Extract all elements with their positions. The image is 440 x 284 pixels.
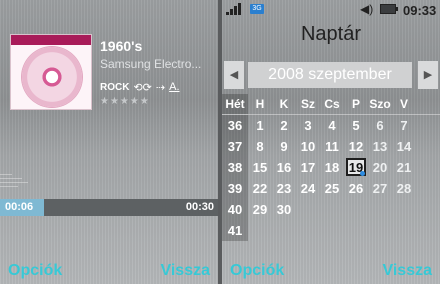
track-info-row: ROCK ⟲⟳ ⇢ A.: [100, 80, 180, 94]
selected-day-cell[interactable]: 19: [344, 157, 368, 178]
artist-name: Samsung Electro...: [100, 57, 202, 71]
day-cell[interactable]: 13: [368, 136, 392, 157]
day-cell[interactable]: 7: [392, 115, 416, 136]
weekday-header: H: [255, 97, 265, 111]
day-cell[interactable]: 21: [392, 157, 416, 178]
month-label[interactable]: 2008 szeptember: [248, 62, 412, 88]
album-art-band: [11, 35, 91, 45]
repeat-icon: ⟲⟳: [133, 81, 152, 94]
day-cell: [392, 199, 416, 220]
day-cell[interactable]: 20: [368, 157, 392, 178]
week-row: 39 22 23 24 25 26 27 28: [222, 178, 440, 199]
day-cell[interactable]: 14: [392, 136, 416, 157]
day-cell[interactable]: 29: [248, 199, 272, 220]
weekday-header: K: [279, 97, 289, 111]
day-cell: [344, 220, 368, 241]
day-cell[interactable]: 23: [272, 178, 296, 199]
week-number: 38: [222, 157, 248, 178]
day-cell: [296, 220, 320, 241]
page-title: Naptár: [300, 23, 362, 45]
day-cell[interactable]: 10: [296, 136, 320, 157]
day-cell[interactable]: 5: [344, 115, 368, 136]
back-softkey[interactable]: Vissza: [160, 262, 210, 280]
day-cell: [368, 220, 392, 241]
day-cell[interactable]: 30: [272, 199, 296, 220]
equalizer-icon: [0, 172, 30, 192]
weekday-header: Szo: [369, 97, 391, 111]
week-row: 41: [222, 220, 440, 241]
week-row: 36 1 2 3 4 5 6 7: [222, 115, 440, 136]
calendar-grid: Hét H K Sz Cs P Szo V 36 1 2 3 4 5 6 7 37 8 9 10 11 12 13 14 38 1…: [222, 94, 440, 241]
day-cell[interactable]: 22: [248, 178, 272, 199]
cd-disc-icon: [22, 47, 82, 107]
options-softkey[interactable]: Opciók: [230, 262, 284, 280]
day-cell[interactable]: 11: [320, 136, 344, 157]
day-cell[interactable]: 18: [320, 157, 344, 178]
music-player-screen: 1960's Samsung Electro... ROCK ⟲⟳ ⇢ A. ★…: [0, 0, 218, 284]
shuffle-icon: ⇢: [155, 81, 166, 94]
day-cell: [320, 199, 344, 220]
day-cell: [392, 220, 416, 241]
day-cell[interactable]: 26: [344, 178, 368, 199]
day-cell[interactable]: 28: [392, 178, 416, 199]
back-softkey[interactable]: Vissza: [382, 262, 432, 280]
calendar-screen: 3G ◀) 09:33 Naptár ◀ 2008 szeptember ▶ H…: [222, 0, 440, 284]
options-softkey[interactable]: Opciók: [8, 262, 62, 280]
week-row: 38 15 16 17 18 19 20 21: [222, 157, 440, 178]
day-cell[interactable]: 24: [296, 178, 320, 199]
day-cell[interactable]: 27: [368, 178, 392, 199]
weekday-header: V: [399, 97, 408, 111]
day-cell[interactable]: 16: [272, 157, 296, 178]
total-time: 00:30: [185, 201, 214, 213]
day-cell[interactable]: 3: [296, 115, 320, 136]
status-time: 09:33: [403, 3, 437, 18]
volume-icon: ◀): [360, 2, 374, 16]
day-cell: [272, 220, 296, 241]
day-cell[interactable]: 6: [368, 115, 392, 136]
day-cell: [344, 199, 368, 220]
day-cell: [368, 199, 392, 220]
weekday-header: Sz: [300, 97, 315, 111]
week-number: 37: [222, 136, 248, 157]
weekday-header: Cs: [324, 97, 340, 111]
day-cell: [248, 220, 272, 241]
status-bar: 3G ◀) 09:33: [222, 0, 440, 20]
weekday-header: P: [351, 97, 360, 111]
weekday-header-row: Hét H K Sz Cs P Szo V: [222, 94, 440, 115]
genre-label: ROCK: [100, 81, 130, 93]
album-art: [10, 34, 92, 110]
week-number: 36: [222, 115, 248, 136]
rating-stars[interactable]: ★★★★★: [100, 96, 150, 107]
battery-icon: [380, 4, 398, 14]
day-cell: [320, 220, 344, 241]
network-icon: 3G: [250, 4, 264, 14]
prev-month-arrow-icon[interactable]: ◀: [224, 61, 244, 89]
week-number: 40: [222, 199, 248, 220]
day-cell[interactable]: 17: [296, 157, 320, 178]
day-cell[interactable]: 4: [320, 115, 344, 136]
week-number-header: Hét: [222, 94, 248, 114]
week-number: 41: [222, 220, 248, 241]
week-row: 40 29 30: [222, 199, 440, 220]
day-cell[interactable]: 25: [320, 178, 344, 199]
elapsed-time: 00:06: [5, 201, 34, 213]
repeat-a-icon: A.: [169, 81, 180, 93]
day-cell: [296, 199, 320, 220]
day-cell[interactable]: 15: [248, 157, 272, 178]
selected-day-label: 19: [346, 158, 366, 176]
month-selector: ◀ 2008 szeptember ▶: [222, 61, 440, 89]
song-title: 1960's: [100, 38, 143, 54]
day-cell[interactable]: 1: [248, 115, 272, 136]
day-cell[interactable]: 2: [272, 115, 296, 136]
week-row: 37 8 9 10 11 12 13 14: [222, 136, 440, 157]
day-cell[interactable]: 8: [248, 136, 272, 157]
signal-icon: [226, 3, 244, 15]
day-cell[interactable]: 9: [272, 136, 296, 157]
next-month-arrow-icon[interactable]: ▶: [418, 61, 438, 89]
week-number: 39: [222, 178, 248, 199]
day-cell[interactable]: 12: [344, 136, 368, 157]
